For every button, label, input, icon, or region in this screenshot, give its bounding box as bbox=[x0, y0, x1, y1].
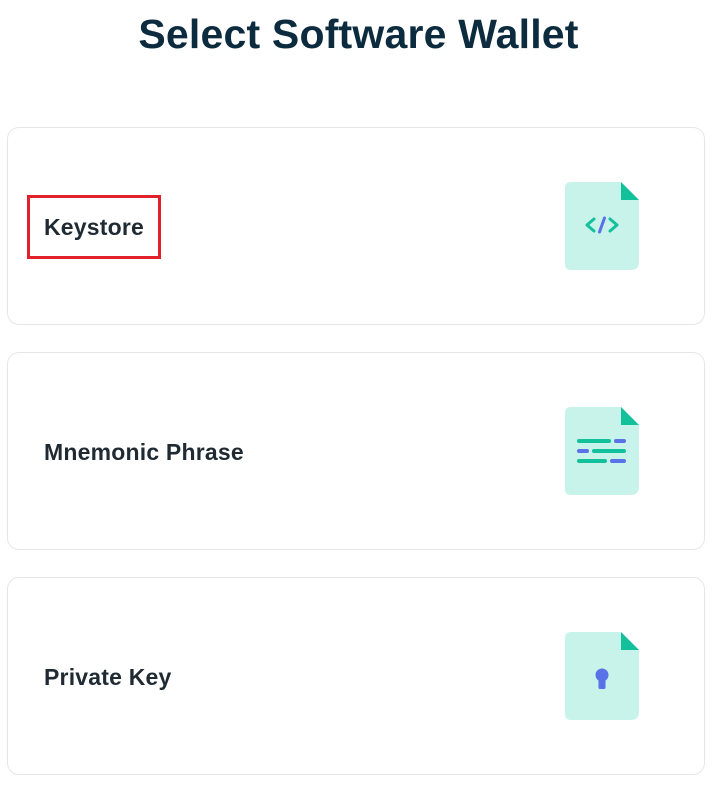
locked-file-icon bbox=[565, 632, 639, 720]
text-file-icon bbox=[565, 407, 639, 495]
option-mnemonic-phrase[interactable]: Mnemonic Phrase bbox=[7, 352, 705, 550]
code-file-icon bbox=[565, 182, 639, 270]
page-title: Select Software Wallet bbox=[138, 11, 579, 57]
highlight-box bbox=[27, 195, 161, 259]
option-keystore[interactable]: Keystore bbox=[7, 127, 705, 325]
option-private-key[interactable]: Private Key bbox=[7, 577, 705, 775]
wallet-select-page: Select Software Wallet Keystore Mnemonic… bbox=[0, 0, 717, 792]
option-label-private-key: Private Key bbox=[44, 663, 172, 690]
option-label-mnemonic: Mnemonic Phrase bbox=[44, 438, 244, 465]
